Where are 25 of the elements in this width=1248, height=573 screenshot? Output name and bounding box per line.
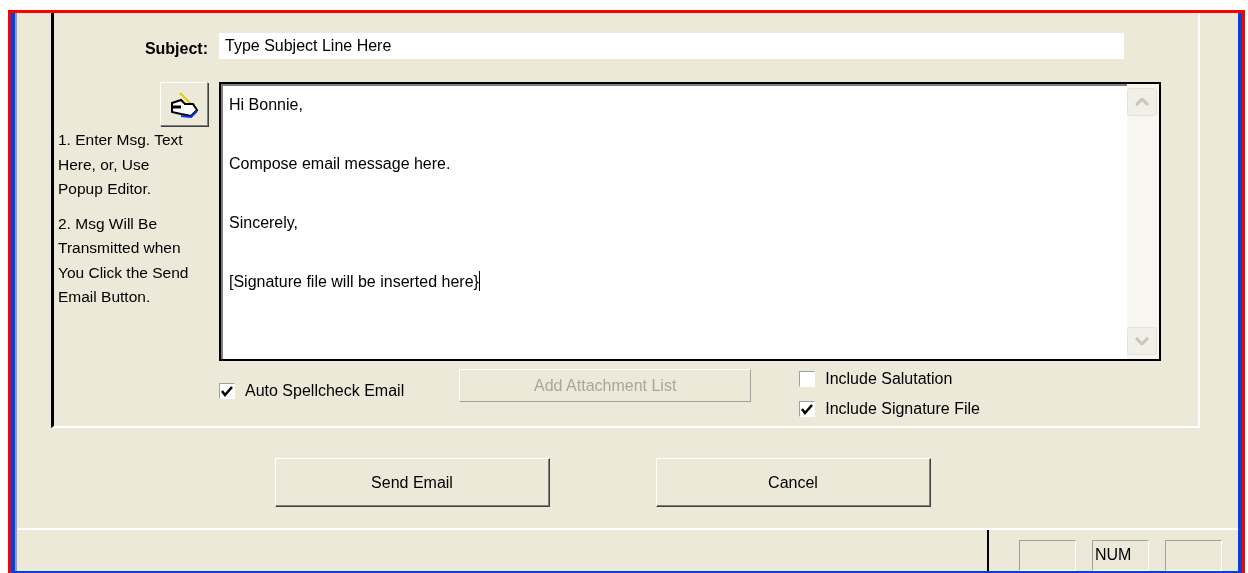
status-panel: [1019, 540, 1076, 571]
checkbox-label: Auto Spellcheck Email: [245, 381, 405, 401]
scrollbar[interactable]: [1127, 84, 1159, 359]
message-line: Compose email message here.: [229, 155, 451, 172]
dialog-button[interactable]: Cancel: [655, 458, 931, 507]
subject-label: Subject:: [143, 38, 208, 59]
hand-pencil-icon: [169, 90, 199, 118]
instruction-text: 2. Msg Will Be Transmitted when You Click the Send Email Button.: [58, 213, 190, 307]
num-indicator: NUM: [1092, 540, 1149, 571]
popup-editor-button[interactable]: [160, 82, 208, 126]
scroll-down-button[interactable]: [1127, 327, 1157, 355]
subject-field[interactable]: Type Subject Line Here: [219, 33, 1124, 59]
message-line: [Signature file will be inserted here}: [229, 273, 479, 290]
dialog-button[interactable]: Send Email: [274, 458, 550, 507]
message-line: Hi Bonnie,: [229, 96, 303, 113]
message-textarea[interactable]: Hi Bonnie, Compose email message here. Sincerely, [Signature file will be inserted here}: [219, 82, 1161, 361]
instruction-text: 1. Enter Msg. Text Here, or, Use Popup Editor.: [58, 130, 184, 199]
message-line: Sincerely,: [229, 214, 299, 231]
checkbox[interactable]: [219, 383, 235, 399]
checkbox[interactable]: [799, 401, 816, 417]
scroll-up-button[interactable]: [1127, 88, 1157, 116]
status-panel: [1165, 540, 1222, 571]
checkbox[interactable]: [799, 371, 816, 387]
checkbox-label: Include Signature File: [825, 399, 980, 419]
checkbox-label: Include Salutation: [825, 369, 953, 389]
